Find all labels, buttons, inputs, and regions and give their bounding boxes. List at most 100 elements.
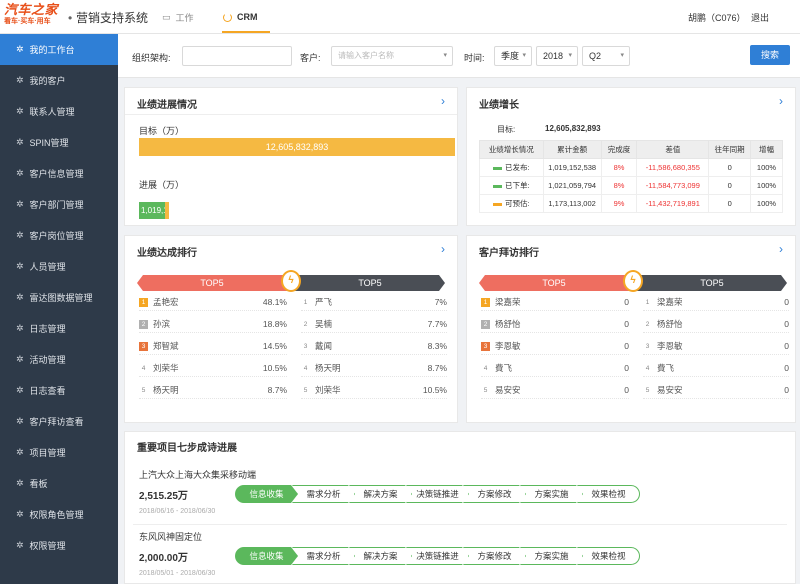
step-item[interactable]: 决策链推进	[406, 485, 469, 503]
list-item: 3 郑智斌 14.5%	[139, 338, 287, 355]
sidebar-item[interactable]: ✲ 我的客户	[0, 65, 118, 96]
sidebar-item[interactable]: ✲ 活动管理	[0, 344, 118, 375]
year-value: 2018	[543, 51, 564, 61]
year-select[interactable]: 2018 ▾	[536, 46, 578, 66]
sidebar-item-label: 日志查看	[29, 386, 66, 396]
sidebar-item[interactable]: ✲ 看板	[0, 468, 118, 499]
sidebar-item[interactable]: ✲ 客户岗位管理	[0, 220, 118, 251]
step-item[interactable]: 效果检视	[577, 547, 640, 565]
project-amount: 2,000.00万	[139, 553, 188, 564]
chevron-down-icon: ▾	[568, 52, 572, 59]
rank-name: 費飞	[495, 363, 513, 373]
rank-value: 10.5%	[422, 385, 447, 395]
growth-card: 业绩增长 › 目标: 12,605,832,893 业绩增长情况 累计金额 完成…	[466, 87, 796, 226]
diff-cell: -11,586,680,355	[636, 158, 710, 177]
list-item: 1 严飞 7%	[301, 294, 447, 311]
sidebar-item[interactable]: ✲ 日志查看	[0, 375, 118, 406]
row-label: 已下单:	[505, 181, 530, 190]
sidebar-item[interactable]: ✲ 人员管理	[0, 251, 118, 282]
monitor-icon: ▭	[162, 11, 171, 22]
rank-badge: 5	[483, 387, 488, 395]
sidebar-item[interactable]: ✲ 联系人管理	[0, 96, 118, 127]
step-item[interactable]: 效果检视	[577, 485, 640, 503]
step-item[interactable]: 信息收集	[235, 485, 298, 503]
customer-input[interactable]: 请输入客户名称 ▾	[331, 46, 453, 66]
sidebar-item[interactable]: ✲ 权限角色管理	[0, 499, 118, 530]
list-item: 5 易安安 0	[643, 382, 789, 399]
step-item[interactable]: 方案实施	[520, 547, 583, 565]
gear-icon: ✲	[16, 447, 24, 457]
list-item: 2 孙滨 18.8%	[139, 316, 287, 333]
list-item: 3 李恩敏 0	[481, 338, 629, 355]
rank-value: 10.5%	[262, 363, 287, 373]
list-item: 5 杨天明 8.7%	[139, 382, 287, 399]
period-select[interactable]: 季度 ▾	[494, 46, 532, 66]
rank-name: 易安安	[657, 385, 683, 395]
gear-icon: ✲	[16, 323, 24, 333]
org-input[interactable]	[182, 46, 292, 66]
sidebar-item[interactable]: ✲ 雷达图数据管理	[0, 282, 118, 313]
step-item[interactable]: 方案修改	[463, 547, 526, 565]
sidebar-item[interactable]: ✲ 项目管理	[0, 437, 118, 468]
chevron-right-icon[interactable]: ›	[441, 242, 445, 256]
column-header: 差值	[636, 140, 710, 159]
rank-name: 李恩敏	[495, 341, 521, 351]
gear-icon: ✲	[16, 478, 24, 488]
rank-name: 郑智斌	[153, 341, 179, 351]
sidebar-item[interactable]: ✲ 客户拜访查看	[0, 406, 118, 437]
column-header: 完成度	[600, 140, 638, 159]
sidebar-item-label: 客户部门管理	[29, 200, 84, 210]
gear-icon: ✲	[16, 509, 24, 519]
step-item[interactable]: 解决方案	[349, 547, 412, 565]
step-item[interactable]: 需求分析	[292, 547, 355, 565]
step-item[interactable]: 信息收集	[235, 547, 298, 565]
quarter-select[interactable]: Q2 ▾	[582, 46, 630, 66]
project-name[interactable]: 东风风神固定位	[139, 530, 215, 543]
chevron-right-icon[interactable]: ›	[779, 94, 783, 108]
amount-cell: 1,019,152,538	[542, 158, 602, 177]
search-button[interactable]: 搜索	[750, 45, 790, 65]
sidebar-item[interactable]: ✲ 客户部门管理	[0, 189, 118, 220]
step-item[interactable]: 方案修改	[463, 485, 526, 503]
logout-link[interactable]: 退出	[751, 11, 769, 24]
chevron-down-icon: ▾	[620, 52, 624, 59]
sidebar-item-label: 人员管理	[29, 262, 66, 272]
projects-title: 重要项目七步成诗进展	[137, 443, 237, 454]
table-row: 已下单: 1,021,059,794 8% -11,584,773,099 0 100%	[479, 176, 783, 195]
amount-cell: 1,021,059,794	[542, 176, 602, 195]
nav-work[interactable]: ▭ 工作	[162, 0, 194, 34]
amount-cell: 1,173,113,002	[542, 194, 602, 213]
table-header-row: 业绩增长情况 累计金额 完成度 差值 往年同期 增幅	[479, 140, 783, 159]
rank-badge: 1	[481, 298, 490, 308]
list-item: 3 李恩敏 0	[643, 338, 789, 355]
row-label: 已发布:	[505, 163, 530, 172]
user-name[interactable]: 胡鹏（C076）	[688, 11, 746, 24]
sidebar-item[interactable]: ✲ 我的工作台	[0, 34, 118, 65]
logo[interactable]: 汽车之家 看车·买车·用车	[4, 3, 68, 31]
sidebar-item[interactable]: ✲ 权限管理	[0, 530, 118, 561]
sidebar-item[interactable]: ✲ SPIN管理	[0, 127, 118, 158]
rank-name: 杨舒怡	[495, 319, 521, 329]
step-item[interactable]: 方案实施	[520, 485, 583, 503]
last-year-cell: 0	[708, 194, 752, 213]
step-item[interactable]: 需求分析	[292, 485, 355, 503]
chevron-right-icon[interactable]: ›	[779, 242, 783, 256]
table-row: 已发布: 1,019,152,538 8% -11,586,680,355 0 100%	[479, 158, 783, 177]
list-item: 5 刘荣华 10.5%	[301, 382, 447, 399]
step-item[interactable]: 决策链推进	[406, 547, 469, 565]
rate-cell: 8%	[600, 158, 638, 177]
chevron-down-icon: ▾	[443, 52, 447, 59]
gear-icon: ✲	[16, 230, 24, 240]
growth-target-value: 12,605,832,893	[545, 124, 601, 133]
progress-bar-fill: 1,019,152,538	[139, 202, 169, 219]
step-item[interactable]: 解决方案	[349, 485, 412, 503]
project-name[interactable]: 上汽大众上海大众集采移动端	[139, 468, 256, 481]
chevron-right-icon[interactable]: ›	[441, 94, 445, 108]
rank-badge: 3	[303, 343, 308, 351]
quarter-value: Q2	[589, 51, 602, 61]
rank-name: 費飞	[657, 363, 675, 373]
sidebar-item[interactable]: ✲ 客户信息管理	[0, 158, 118, 189]
sidebar-item[interactable]: ✲ 日志管理	[0, 313, 118, 344]
nav-crm[interactable]: CRM	[223, 0, 258, 34]
list-item: 1 梁嘉荣 0	[481, 294, 629, 311]
